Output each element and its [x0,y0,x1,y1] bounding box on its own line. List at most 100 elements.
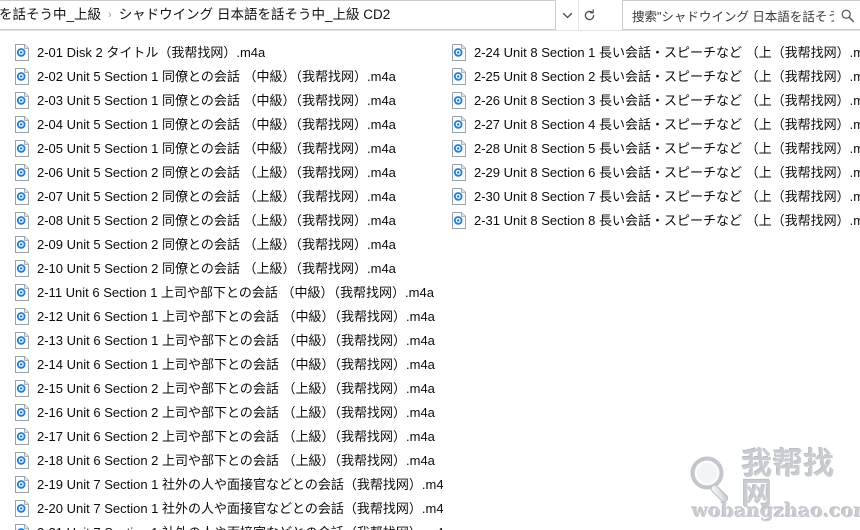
file-list-item[interactable]: 2-16 Unit 6 Section 2 上司や部下との会話 （上級）（我帮找… [14,400,444,424]
file-name-label: 2-30 Unit 8 Section 7 長い会話・スピーチなど （上（我帮找… [474,188,860,204]
file-list-item[interactable]: 2-14 Unit 6 Section 1 上司や部下との会話 （中級）（我帮找… [14,352,444,376]
file-name-label: 2-25 Unit 8 Section 2 長い会話・スピーチなど （上（我帮找… [474,68,860,84]
file-list-item[interactable]: 2-02 Unit 5 Section 1 同僚との会話 （中級）（我帮找网）.… [14,64,444,88]
address-toolbar: を話そう中_上級 › シャドウイング 日本語を話そう中_上級 CD2 捜索"シャ… [0,0,860,31]
file-list-item[interactable]: 2-11 Unit 6 Section 1 上司や部下との会話 （中級）（我帮找… [14,280,444,304]
refresh-icon [583,8,596,22]
chevron-down-icon [562,10,573,21]
file-name-label: 2-27 Unit 8 Section 4 長い会話・スピーチなど （上（我帮找… [474,116,860,132]
magnifier-icon [686,453,740,507]
audio-file-icon [451,115,467,133]
watermark-row: 我帮找网 [686,450,852,510]
audio-file-icon [14,523,30,530]
watermark: 我帮找网 wobangzhao.com [686,450,860,524]
file-name-label: 2-17 Unit 6 Section 2 上司や部下との会話 （上級）（我帮找… [37,428,435,444]
file-name-label: 2-02 Unit 5 Section 1 同僚との会話 （中級）（我帮找网）.… [37,68,396,84]
address-bar[interactable]: を話そう中_上級 › シャドウイング 日本語を話そう中_上級 CD2 [0,0,556,30]
file-name-label: 2-26 Unit 8 Section 3 長い会話・スピーチなど （上（我帮找… [474,92,860,108]
file-list-item[interactable]: 2-27 Unit 8 Section 4 長い会話・スピーチなど （上（我帮找… [451,112,860,136]
audio-file-icon [451,163,467,181]
audio-file-icon [14,163,30,181]
search-input[interactable]: 捜索"シャドウイング 日本語を話そう中_上... [632,6,834,25]
file-name-label: 2-29 Unit 8 Section 6 長い会話・スピーチなど （上（我帮找… [474,164,860,180]
file-list-item[interactable]: 2-10 Unit 5 Section 2 同僚との会話 （上級）（我帮找网）.… [14,256,444,280]
audio-file-icon [451,91,467,109]
audio-file-icon [14,139,30,157]
audio-file-icon [14,187,30,205]
file-name-label: 2-24 Unit 8 Section 1 長い会話・スピーチなど （上（我帮找… [474,44,860,60]
audio-file-icon [14,211,30,229]
file-list-item[interactable]: 2-05 Unit 5 Section 1 同僚との会話 （中級）（我帮找网）.… [14,136,444,160]
file-list-item[interactable]: 2-30 Unit 8 Section 7 長い会話・スピーチなど （上（我帮找… [451,184,860,208]
file-name-label: 2-03 Unit 5 Section 1 同僚との会話 （中級）（我帮找网）.… [37,92,396,108]
audio-file-icon [14,499,30,517]
file-list-item[interactable]: 2-07 Unit 5 Section 2 同僚との会話 （上級）（我帮找网）.… [14,184,444,208]
file-list-item[interactable]: 2-08 Unit 5 Section 2 同僚との会話 （上級）（我帮找网）.… [14,208,444,232]
file-list-item[interactable]: 2-29 Unit 8 Section 6 長い会話・スピーチなど （上（我帮找… [451,160,860,184]
file-list-item[interactable]: 2-01 Disk 2 タイトル（我帮找网）.m4a [14,40,444,64]
file-list-item[interactable]: 2-03 Unit 5 Section 1 同僚との会話 （中級）（我帮找网）.… [14,88,444,112]
audio-file-icon [14,451,30,469]
file-list-item[interactable]: 2-26 Unit 8 Section 3 長い会話・スピーチなど （上（我帮找… [451,88,860,112]
file-list-item[interactable]: 2-06 Unit 5 Section 2 同僚との会話 （上級）（我帮找网）.… [14,160,444,184]
file-list-item[interactable]: 2-21 Unit 7 Section 1 社外の人や面接官などとの会話（我帮找… [14,520,444,530]
file-list-item[interactable]: 2-13 Unit 6 Section 1 上司や部下との会話 （中級）（我帮找… [14,328,444,352]
file-name-label: 2-11 Unit 6 Section 1 上司や部下との会話 （中級）（我帮找… [37,284,434,300]
explorer-window: を話そう中_上級 › シャドウイング 日本語を話そう中_上級 CD2 捜索"シャ… [0,0,860,530]
file-list-column-right: 2-24 Unit 8 Section 1 長い会話・スピーチなど （上（我帮找… [451,40,860,232]
audio-file-icon [14,307,30,325]
audio-file-icon [451,211,467,229]
file-name-label: 2-10 Unit 5 Section 2 同僚との会話 （上級）（我帮找网）.… [37,260,396,276]
file-name-label: 2-21 Unit 7 Section 1 社外の人や面接官などとの会話（我帮找… [37,524,444,530]
search-box[interactable]: 捜索"シャドウイング 日本語を話そう中_上... [622,0,860,30]
audio-file-icon [14,67,30,85]
search-icon[interactable] [834,8,860,23]
audio-file-icon [14,355,30,373]
audio-file-icon [451,187,467,205]
audio-file-icon [14,235,30,253]
audio-file-icon [14,283,30,301]
file-name-label: 2-13 Unit 6 Section 1 上司や部下との会話 （中級）（我帮找… [37,332,435,348]
file-name-label: 2-06 Unit 5 Section 2 同僚との会話 （上級）（我帮找网）.… [37,164,396,180]
audio-file-icon [451,43,467,61]
audio-file-icon [14,379,30,397]
audio-file-icon [14,43,30,61]
file-name-label: 2-18 Unit 6 Section 2 上司や部下との会話 （上級）（我帮找… [37,452,435,468]
audio-file-icon [451,139,467,157]
address-history-dropdown-button[interactable] [556,0,578,30]
audio-file-icon [14,331,30,349]
audio-file-icon [14,115,30,133]
audio-file-icon [14,475,30,493]
watermark-brand-text: 我帮找网 [742,447,835,512]
file-list-item[interactable]: 2-04 Unit 5 Section 1 同僚との会話 （中級）（我帮找网）.… [14,112,444,136]
breadcrumb-item-current[interactable]: シャドウイング 日本語を話そう中_上級 CD2 [119,1,391,29]
file-list-item[interactable]: 2-17 Unit 6 Section 2 上司や部下との会話 （上級）（我帮找… [14,424,444,448]
file-list-item[interactable]: 2-24 Unit 8 Section 1 長い会話・スピーチなど （上（我帮找… [451,40,860,64]
toolbar-spacer [600,0,622,30]
breadcrumb-item-parent[interactable]: を話そう中_上級 [0,1,101,29]
audio-file-icon [14,403,30,421]
file-list-item[interactable]: 2-31 Unit 8 Section 8 長い会話・スピーチなど （上（我帮找… [451,208,860,232]
file-list-item[interactable]: 2-09 Unit 5 Section 2 同僚との会話 （上級）（我帮找网）.… [14,232,444,256]
file-list-item[interactable]: 2-12 Unit 6 Section 1 上司や部下との会話 （中級）（我帮找… [14,304,444,328]
file-name-label: 2-09 Unit 5 Section 2 同僚との会話 （上級）（我帮找网）.… [37,236,396,252]
file-list-item[interactable]: 2-25 Unit 8 Section 2 長い会話・スピーチなど （上（我帮找… [451,64,860,88]
breadcrumb-separator-icon: › [108,9,112,21]
file-name-label: 2-16 Unit 6 Section 2 上司や部下との会話 （上級）（我帮找… [37,404,435,420]
audio-file-icon [14,91,30,109]
file-list-column-left: 2-01 Disk 2 タイトル（我帮找网）.m4a 2-02 Unit 5 Se… [14,40,444,530]
file-name-label: 2-07 Unit 5 Section 2 同僚との会話 （上級）（我帮找网）.… [37,188,396,204]
file-list-item[interactable]: 2-28 Unit 8 Section 5 長い会話・スピーチなど （上（我帮找… [451,136,860,160]
file-list-pane[interactable]: 2-01 Disk 2 タイトル（我帮找网）.m4a 2-02 Unit 5 Se… [0,31,860,530]
file-list-item[interactable]: 2-15 Unit 6 Section 2 上司や部下との会話 （上級）（我帮找… [14,376,444,400]
file-list-item[interactable]: 2-18 Unit 6 Section 2 上司や部下との会話 （上級）（我帮找… [14,448,444,472]
file-name-label: 2-05 Unit 5 Section 1 同僚との会話 （中級）（我帮找网）.… [37,140,396,156]
watermark-url-text: wobangzhao.com [692,500,860,522]
file-name-label: 2-15 Unit 6 Section 2 上司や部下との会話 （上級）（我帮找… [37,380,435,396]
file-name-label: 2-01 Disk 2 タイトル（我帮找网）.m4a [37,44,266,60]
file-list-item[interactable]: 2-20 Unit 7 Section 1 社外の人や面接官などとの会話（我帮找… [14,496,444,520]
refresh-button[interactable] [578,0,600,30]
file-list-item[interactable]: 2-19 Unit 7 Section 1 社外の人や面接官などとの会話（我帮找… [14,472,444,496]
file-name-label: 2-14 Unit 6 Section 1 上司や部下との会話 （中級）（我帮找… [37,356,435,372]
file-name-label: 2-04 Unit 5 Section 1 同僚との会話 （中級）（我帮找网）.… [37,116,396,132]
